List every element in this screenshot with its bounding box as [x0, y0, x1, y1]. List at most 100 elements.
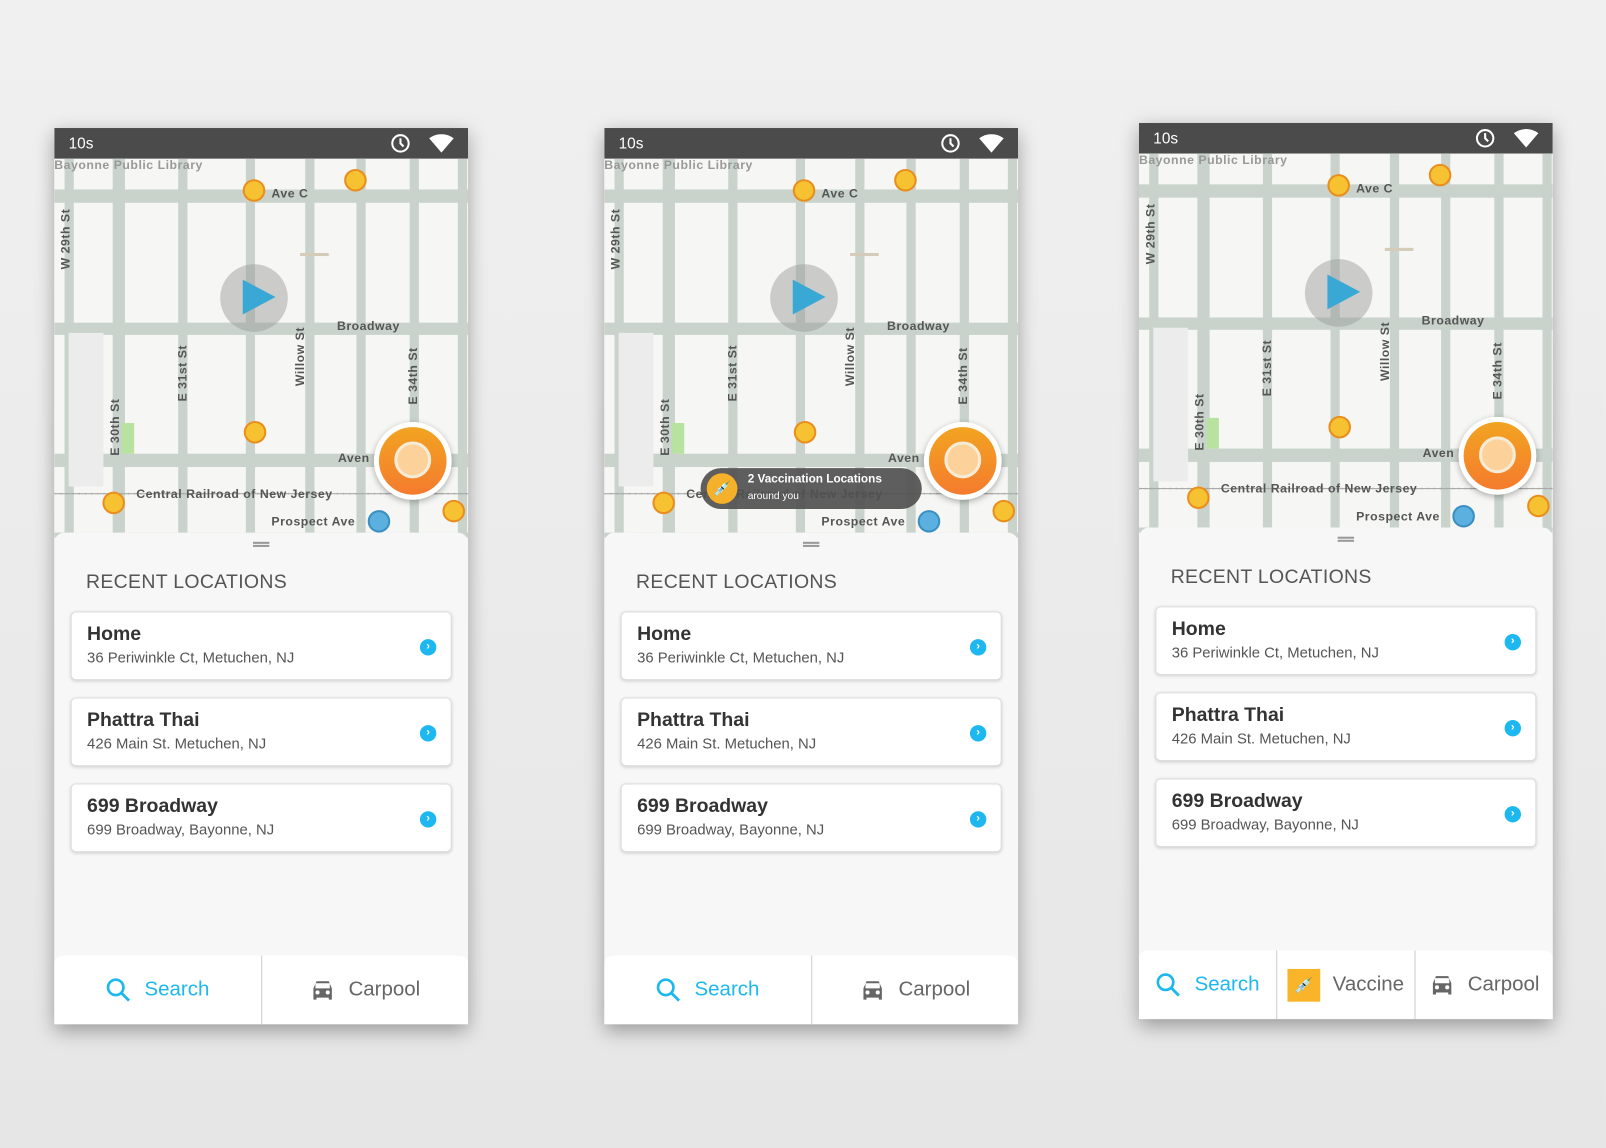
recent-location-item[interactable]: Phattra Thai 426 Main St. Metuchen, NJ › — [1155, 692, 1537, 762]
chevron-right-icon[interactable]: › — [1504, 720, 1521, 737]
recent-location-item[interactable]: 699 Broadway 699 Broadway, Bayonne, NJ › — [70, 783, 452, 853]
nav-carpool-button[interactable]: Carpool — [1414, 950, 1552, 1020]
street-willow: Willow St — [292, 327, 308, 387]
street-broadway: Broadway — [1421, 313, 1485, 328]
user-marker-icon[interactable] — [992, 499, 1016, 523]
chevron-right-icon[interactable]: › — [969, 811, 987, 828]
recent-locations-title: RECENT LOCATIONS — [1170, 566, 1372, 588]
chevron-right-icon[interactable]: › — [1504, 633, 1521, 651]
report-button[interactable] — [923, 421, 1002, 500]
nav-label: Carpool — [1467, 973, 1540, 996]
user-marker-icon[interactable] — [243, 420, 267, 444]
current-location-arrow-icon[interactable] — [220, 264, 288, 332]
recent-location-item[interactable]: 699 Broadway 699 Broadway, Bayonne, NJ › — [1155, 778, 1537, 848]
user-marker-icon[interactable] — [1328, 415, 1351, 439]
street-willow: Willow St — [842, 327, 858, 387]
drag-handle[interactable] — [252, 541, 270, 547]
report-button[interactable] — [1458, 416, 1537, 495]
user-marker-icon[interactable] — [1527, 494, 1550, 518]
chevron-right-icon[interactable]: › — [419, 811, 437, 828]
nav-search-button[interactable]: Search — [54, 956, 260, 1025]
report-pin-icon — [1478, 436, 1516, 474]
vaccine-icon: 💉 — [1287, 968, 1321, 1002]
location-address: 426 Main St. Metuchen, NJ — [87, 736, 267, 753]
wifi-icon — [429, 134, 454, 153]
nav-carpool-button[interactable]: Carpool — [260, 955, 468, 1025]
drag-handle[interactable] — [1337, 536, 1355, 542]
drag-handle[interactable] — [802, 541, 820, 547]
nav-vaccine-button[interactable]: 💉 Vaccine — [1276, 950, 1414, 1020]
wifi-icon — [979, 134, 1004, 153]
location-name: Home — [637, 623, 692, 646]
street-prospect-ave: Prospect Ave — [1356, 509, 1440, 524]
nav-label: Search — [144, 978, 210, 1001]
street-e-34th: E 34th St — [405, 347, 420, 405]
user-marker-icon[interactable] — [894, 168, 917, 192]
chevron-right-icon[interactable]: › — [969, 725, 987, 742]
status-time: 10s — [68, 134, 94, 153]
user-marker-icon[interactable] — [1428, 163, 1452, 187]
search-icon — [656, 977, 695, 1004]
toast-title: 2 Vaccination Locations — [747, 473, 882, 486]
user-marker-icon[interactable] — [442, 499, 466, 523]
vaccination-toast[interactable]: 💉 2 Vaccination Locations around you — [700, 468, 922, 510]
chevron-right-icon[interactable]: › — [969, 639, 987, 656]
user-marker-icon[interactable] — [1187, 486, 1210, 510]
current-location-arrow-icon[interactable] — [770, 264, 838, 332]
bottom-sheet: RECENT LOCATIONS Home 36 Periwinkle Ct, Me… — [54, 532, 469, 1025]
street-prospect-ave: Prospect Ave — [271, 514, 356, 529]
street-ave-c: Ave C — [821, 186, 859, 201]
recent-location-item[interactable]: Home 36 Periwinkle Ct, Metuchen, NJ › — [70, 611, 452, 681]
user-marker-icon[interactable] — [917, 510, 941, 533]
poi-bayonne-library: Bayonne Public Library — [1138, 153, 1288, 167]
nav-carpool-button[interactable]: Carpool — [810, 955, 1018, 1025]
user-marker-icon[interactable] — [102, 491, 125, 515]
bottom-nav: Search 💉 Vaccine Carpool — [1138, 950, 1553, 1020]
map-view[interactable]: Bayonne Public Library Ave C W 29th St B… — [1138, 153, 1553, 533]
street-e-31st: E 31st St — [725, 344, 740, 402]
status-bar: 10s — [604, 128, 1019, 159]
street-prospect-ave: Prospect Ave — [821, 514, 906, 529]
user-marker-icon[interactable] — [242, 179, 266, 202]
street-ave-c: Ave C — [271, 186, 309, 201]
report-button[interactable] — [373, 421, 452, 500]
report-pin-icon — [394, 441, 432, 479]
nav-search-button[interactable]: Search — [1139, 950, 1276, 1019]
current-location-arrow-icon[interactable] — [1304, 259, 1373, 327]
phone-screen-1: 10s Bayonne Public Library Ave C W 29th … — [54, 128, 469, 1025]
street-w-29th: W 29th St — [58, 208, 73, 270]
recent-location-item[interactable]: Phattra Thai 426 Main St. Metuchen, NJ › — [620, 697, 1002, 767]
location-address: 426 Main St. Metuchen, NJ — [1171, 731, 1351, 748]
clock-icon — [391, 134, 410, 153]
recent-location-item[interactable]: Home 36 Periwinkle Ct, Metuchen, NJ › — [1155, 606, 1537, 675]
chevron-right-icon[interactable]: › — [1504, 806, 1521, 823]
recent-location-item[interactable]: Home 36 Periwinkle Ct, Metuchen, NJ › — [620, 611, 1002, 681]
recent-location-item[interactable]: 699 Broadway 699 Broadway, Bayonne, NJ › — [620, 783, 1002, 853]
recent-location-item[interactable]: Phattra Thai 426 Main St. Metuchen, NJ › — [70, 697, 452, 767]
street-ave-c: Ave C — [1356, 181, 1394, 196]
user-marker-icon[interactable] — [1327, 174, 1350, 197]
street-railroad: Central Railroad of New Jersey — [136, 486, 333, 501]
location-name: Phattra Thai — [1171, 704, 1285, 727]
recent-locations-title: RECENT LOCATIONS — [86, 571, 288, 594]
street-willow: Willow St — [1377, 321, 1392, 382]
nav-search-button[interactable]: Search — [604, 956, 810, 1025]
street-aven: Aven — [1422, 445, 1455, 460]
chevron-right-icon[interactable]: › — [419, 639, 437, 656]
user-marker-icon[interactable] — [793, 420, 817, 444]
car-icon — [1429, 973, 1468, 998]
map-view[interactable]: Bayonne Public Library Ave C W 29th St B… — [54, 158, 469, 538]
user-marker-icon[interactable] — [652, 491, 675, 515]
user-marker-icon[interactable] — [367, 510, 391, 533]
poi-bayonne-library: Bayonne Public Library — [54, 158, 203, 173]
chevron-right-icon[interactable]: › — [419, 725, 437, 742]
status-time: 10s — [1153, 129, 1179, 147]
user-marker-icon[interactable] — [792, 179, 816, 202]
map-view[interactable]: Bayonne Public Library Ave C W 29th St B… — [604, 158, 1019, 538]
user-marker-icon[interactable] — [344, 168, 367, 192]
street-e-30th: E 30th St — [107, 398, 122, 456]
user-marker-icon[interactable] — [1452, 504, 1475, 528]
poi-bayonne-library: Bayonne Public Library — [604, 158, 753, 173]
location-address: 699 Broadway, Bayonne, NJ — [637, 822, 825, 839]
toast-subtitle: around you — [747, 490, 799, 502]
